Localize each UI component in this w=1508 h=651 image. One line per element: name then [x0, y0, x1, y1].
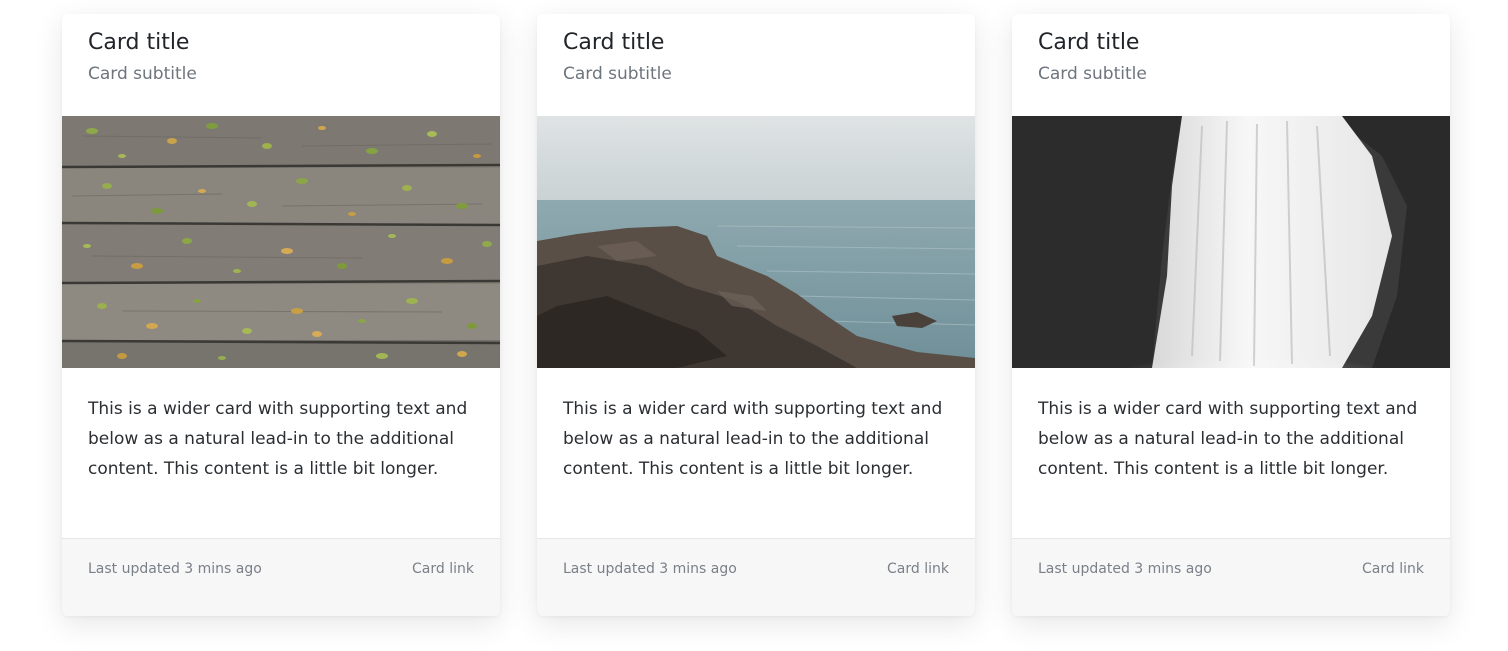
card-text: This is a wider card with supporting tex… — [1038, 399, 1418, 479]
last-updated-text: Last updated 3 mins ago — [88, 561, 262, 577]
card-text: This is a wider card with supporting tex… — [563, 399, 943, 479]
card: Card title Card subtitle This is a wider… — [1012, 14, 1450, 616]
card-link[interactable]: Card link — [887, 561, 949, 577]
last-updated-text: Last updated 3 mins ago — [563, 561, 737, 577]
card-link[interactable]: Card link — [412, 561, 474, 577]
card-body: This is a wider card with supporting tex… — [62, 368, 500, 538]
card-footer: Last updated 3 mins ago Card link — [1012, 538, 1450, 616]
card-image — [62, 116, 500, 368]
card-title: Card title — [1038, 30, 1140, 55]
card-header: Card title Card subtitle — [537, 14, 975, 116]
card-footer: Last updated 3 mins ago Card link — [537, 538, 975, 616]
last-updated-text: Last updated 3 mins ago — [1038, 561, 1212, 577]
card-title: Card title — [563, 30, 665, 55]
card-image — [537, 116, 975, 368]
card-footer: Last updated 3 mins ago Card link — [62, 538, 500, 616]
card-subtitle: Card subtitle — [1038, 64, 1147, 84]
card-image — [1012, 116, 1450, 368]
card-text: This is a wider card with supporting tex… — [88, 399, 468, 479]
card-header: Card title Card subtitle — [1012, 14, 1450, 116]
card: Card title Card subtitle This is a wider… — [537, 14, 975, 616]
card-deck: Card title Card subtitle This is a wider… — [62, 14, 1450, 616]
card-body: This is a wider card with supporting tex… — [537, 368, 975, 538]
card-subtitle: Card subtitle — [88, 64, 197, 84]
card-link[interactable]: Card link — [1362, 561, 1424, 577]
card-title: Card title — [88, 30, 190, 55]
card-subtitle: Card subtitle — [563, 64, 672, 84]
card-body: This is a wider card with supporting tex… — [1012, 368, 1450, 538]
card-header: Card title Card subtitle — [62, 14, 500, 116]
card: Card title Card subtitle This is a wider… — [62, 14, 500, 616]
